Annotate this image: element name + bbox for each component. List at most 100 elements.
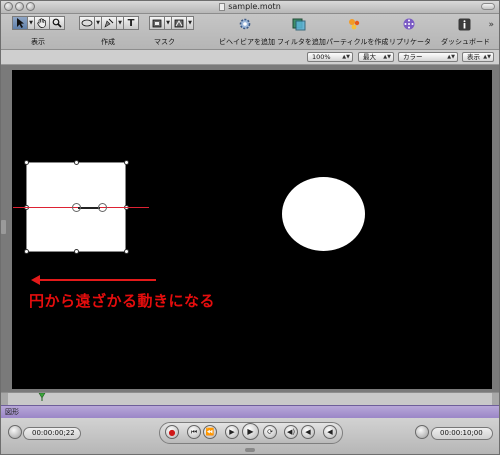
select-tool-button[interactable]	[12, 16, 28, 30]
resolution-select[interactable]: 最大 ▲▼	[358, 52, 394, 62]
anchor-point[interactable]	[72, 203, 81, 212]
particle-icon	[349, 19, 360, 30]
chevron-updown-icon: ▲▼	[383, 54, 391, 60]
prev-frame-button[interactable]: ◀	[301, 425, 315, 439]
document-icon	[219, 2, 226, 11]
timecode-mode-button[interactable]	[8, 425, 22, 439]
replicator-button[interactable]	[401, 16, 417, 32]
duration-mode-button[interactable]	[415, 425, 429, 439]
resize-handle[interactable]	[24, 249, 29, 254]
view-group-label: 表示	[31, 38, 45, 46]
bezier-mask-icon	[174, 19, 184, 27]
chevron-updown-icon: ▲▼	[342, 54, 350, 60]
record-icon: ●	[168, 427, 176, 437]
text-tool-button[interactable]: T	[123, 16, 139, 30]
selected-rectangle-shape[interactable]	[13, 160, 149, 254]
dashboard-button[interactable]	[456, 16, 472, 32]
view-tools-group: ▼	[12, 16, 65, 32]
dashboard-label: ダッシュボード	[441, 38, 490, 46]
replicator-icon	[403, 18, 415, 30]
app-window: sample.motn ▼ 表示 ▼ ▼ T 作成 ▼ ▼ マスク ビヘイビアを…	[0, 0, 500, 455]
title-bar: sample.motn	[1, 1, 499, 14]
arrow-cursor-icon	[16, 18, 24, 28]
go-to-end-button[interactable]: ◀	[323, 425, 337, 439]
loop-icon: ⟳	[267, 428, 273, 436]
annotation-text: 円から遠ざかる動きになる	[29, 292, 216, 310]
rewind-icon: ⏪	[205, 428, 215, 436]
transport-bar: 00:00:00;22 ● ⏮ ⏪ ▶ ▶ ⟳ ◀) ◀ ◀ 00:00:10;…	[1, 418, 499, 454]
chevron-updown-icon: ▲▼	[447, 54, 455, 60]
add-behavior-label: ビヘイビアを追加	[219, 38, 275, 46]
canvas-area: 円から遠ざかる動きになる	[1, 65, 499, 392]
go-to-end-icon: ◀	[327, 428, 333, 436]
view-options-bar: 100% ▲▼ 最大 ▲▼ カラー ▲▼ 表示 ▲▼	[1, 50, 499, 65]
display-value: 表示	[467, 53, 480, 61]
toolbar-toggle-button[interactable]	[481, 3, 495, 10]
motion-path-keyframe[interactable]	[98, 203, 107, 212]
play-from-start-button[interactable]: ▶	[225, 425, 239, 439]
window-resize-grip[interactable]	[245, 448, 255, 452]
panel-resize-handle[interactable]	[1, 220, 6, 234]
mask-tools-group: ▼ ▼	[149, 16, 194, 32]
timeline-end-marker[interactable]	[492, 393, 499, 405]
annotation-arrow	[38, 279, 156, 281]
display-select[interactable]: 表示 ▲▼	[462, 52, 494, 62]
window-title: sample.motn	[1, 1, 499, 13]
shape-tool-button[interactable]	[79, 16, 95, 30]
bezier-mask-dropdown[interactable]: ▼	[186, 16, 194, 30]
play-from-start-icon: ▶	[229, 428, 235, 436]
duration-display[interactable]: 00:00:10;00	[431, 427, 493, 440]
window-title-text: sample.motn	[228, 2, 281, 11]
add-behavior-button[interactable]	[237, 16, 253, 32]
resize-handle[interactable]	[124, 249, 129, 254]
step-back-button[interactable]: ⏪	[203, 425, 217, 439]
mini-timeline[interactable]	[1, 392, 499, 405]
add-filter-label: フィルタを追加	[277, 38, 326, 46]
zoom-level-value: 100%	[312, 53, 331, 61]
hand-icon	[37, 18, 46, 28]
motion-path-segment	[78, 207, 100, 209]
current-time-display[interactable]: 00:00:00;22	[23, 427, 81, 440]
replicator-label: リプリケータ	[389, 38, 431, 46]
make-particles-label: パーティクルを作成	[326, 38, 389, 46]
go-to-start-button[interactable]: ⏮	[187, 425, 201, 439]
circle-shape[interactable]	[282, 177, 365, 251]
filter-icon	[292, 18, 306, 31]
channel-select[interactable]: カラー ▲▼	[398, 52, 458, 62]
channel-value: カラー	[403, 53, 423, 61]
text-tool-icon: T	[127, 17, 135, 29]
audio-button[interactable]: ◀)	[284, 425, 298, 439]
prev-frame-icon: ◀	[305, 428, 311, 436]
info-icon	[458, 18, 470, 30]
object-lane-label: 図形	[5, 408, 19, 416]
zoom-tool-button[interactable]	[49, 16, 65, 30]
current-time-value: 00:00:00;22	[32, 429, 75, 437]
toolbar: ▼ 表示 ▼ ▼ T 作成 ▼ ▼ マスク ビヘイビアを追加 フィルタを追加 パ…	[1, 14, 499, 50]
loop-button[interactable]: ⟳	[263, 425, 277, 439]
bezier-mask-button[interactable]	[171, 16, 187, 30]
make-particles-button[interactable]	[346, 16, 362, 32]
magnifier-icon	[52, 18, 62, 28]
record-button[interactable]: ●	[165, 425, 179, 439]
zoom-level-select[interactable]: 100% ▲▼	[307, 52, 353, 62]
toolbar-overflow-button[interactable]: »	[488, 20, 494, 30]
add-filter-button[interactable]	[291, 16, 307, 32]
resize-handle[interactable]	[124, 160, 129, 165]
resize-handle[interactable]	[24, 160, 29, 165]
timeline-start-marker[interactable]	[1, 393, 8, 405]
resolution-value: 最大	[363, 53, 376, 61]
play-button[interactable]: ▶	[242, 423, 259, 440]
create-group-label: 作成	[101, 38, 115, 46]
resize-handle[interactable]	[74, 160, 79, 165]
canvas[interactable]: 円から遠ざかる動きになる	[12, 70, 492, 389]
resize-handle[interactable]	[74, 249, 79, 254]
pen-icon	[104, 18, 114, 28]
ellipse-icon	[81, 19, 93, 27]
speaker-icon: ◀)	[286, 428, 296, 436]
object-lane[interactable]: 図形	[1, 405, 499, 419]
pen-tool-button[interactable]	[101, 16, 117, 30]
rect-mask-button[interactable]	[149, 16, 165, 30]
playhead-icon[interactable]	[38, 393, 46, 401]
play-icon: ▶	[247, 427, 254, 436]
pan-tool-button[interactable]	[34, 16, 50, 30]
